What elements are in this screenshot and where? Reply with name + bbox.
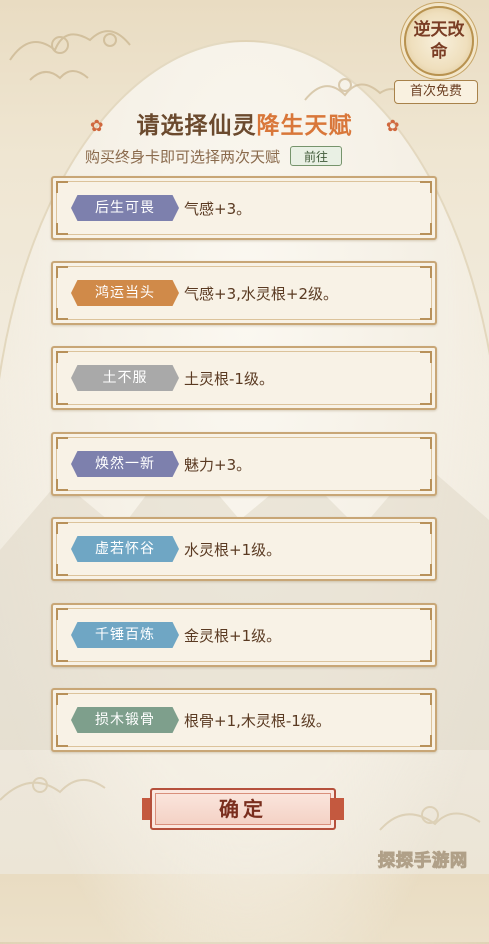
flower-icon-right: ✿: [386, 116, 400, 135]
title-text: 请选择仙灵: [136, 113, 257, 139]
talent-card[interactable]: 鸿运当头 气感+3,水灵根+2级。: [51, 261, 437, 325]
talent-card[interactable]: 后生可畏 气感+3。: [51, 176, 437, 240]
cloud-decoration-top-left: [9, 30, 131, 81]
talent-name-tag: 后生可畏: [71, 195, 179, 221]
subtitle-row: 购买终身卡即可选择两次天赋 前往: [85, 144, 343, 168]
talent-effect: 气感+3。: [184, 200, 252, 218]
talent-name-tag: 土不服: [71, 365, 179, 391]
talent-effect: 土灵根-1级。: [184, 370, 274, 388]
confirm-right-ornament: [330, 798, 344, 820]
talent-effect: 魅力+3。: [184, 456, 252, 474]
talent-name-tag: 虚若怀谷: [71, 536, 179, 562]
talent-effect: 水灵根+1级。: [184, 541, 282, 559]
talent-effect: 金灵根+1级。: [184, 627, 282, 645]
seal-text: 逆天改命: [413, 20, 465, 62]
talent-card[interactable]: 千锤百炼 金灵根+1级。: [51, 603, 437, 667]
title-highlight: 降生天赋: [256, 113, 353, 139]
subtitle: 购买终身卡即可选择两次天赋: [85, 147, 281, 166]
talent-name-tag: 焕然一新: [71, 451, 179, 477]
talent-card[interactable]: 虚若怀谷 水灵根+1级。: [51, 517, 437, 581]
confirm-button[interactable]: 确定: [150, 788, 336, 830]
talent-card[interactable]: 焕然一新 魅力+3。: [51, 432, 437, 496]
first-free-badge[interactable]: 首次免费: [394, 80, 478, 104]
talent-name-tag: 千锤百炼: [71, 622, 179, 648]
talent-card[interactable]: 损木锻骨 根骨+1,木灵根-1级。: [51, 688, 437, 752]
talent-card[interactable]: 土不服 土灵根-1级。: [51, 346, 437, 410]
go-button[interactable]: 前往: [290, 146, 343, 166]
talent-effect: 气感+3,水灵根+2级。: [184, 285, 338, 303]
site-watermark: 探探手游网: [378, 851, 468, 872]
page-title: 请选择仙灵降生天赋: [0, 106, 489, 140]
talent-name-tag: 损木锻骨: [71, 707, 179, 733]
talent-name-tag: 鸿运当头: [71, 280, 179, 306]
reverse-fate-seal[interactable]: 逆天改命: [404, 6, 474, 76]
talent-effect: 根骨+1,木灵根-1级。: [184, 712, 331, 730]
